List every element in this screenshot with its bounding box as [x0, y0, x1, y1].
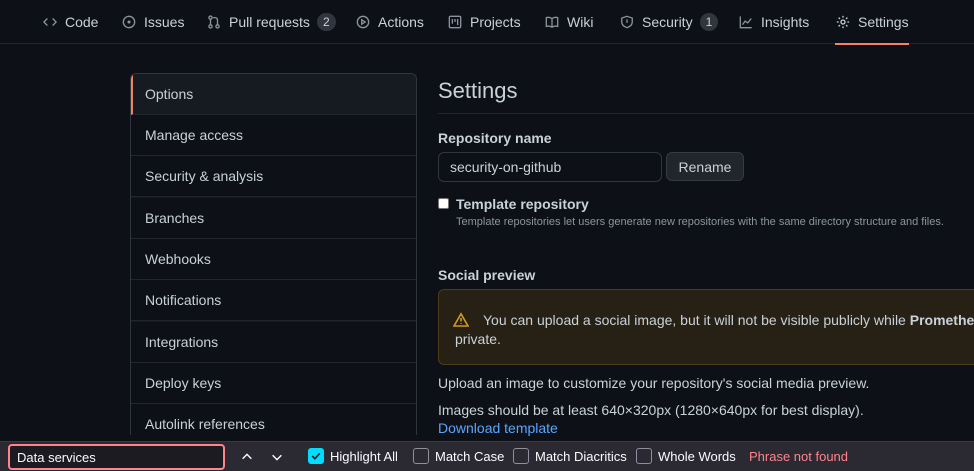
sidebar-item-label: Security & analysis — [145, 168, 264, 184]
warning-message-line2: private. — [455, 331, 501, 347]
repo-name-label: Repository name — [438, 130, 552, 146]
rename-button[interactable]: Rename — [666, 152, 744, 181]
tab-label: Wiki — [567, 14, 594, 30]
template-repository-note: Template repositories let users generate… — [456, 216, 944, 228]
whole-words-label[interactable]: Whole Words — [658, 449, 736, 464]
sidebar-item-options[interactable]: Options — [131, 74, 416, 115]
sidebar-item-label: Options — [145, 86, 194, 102]
social-preview-label: Social preview — [438, 267, 536, 283]
upload-description: Upload an image to customize your reposi… — [438, 375, 870, 391]
sidebar-item-notifications[interactable]: Notifications — [131, 280, 416, 321]
match-diacritics-label[interactable]: Match Diacritics — [535, 449, 627, 464]
title-divider — [438, 113, 974, 114]
book-icon — [544, 14, 560, 30]
match-case-checkbox[interactable] — [413, 448, 429, 464]
sidebar-item-label: Webhooks — [145, 251, 211, 267]
tab-wiki[interactable]: Wiki — [544, 0, 593, 44]
find-input[interactable] — [8, 444, 225, 470]
play-icon — [355, 14, 371, 30]
whole-words-checkbox[interactable] — [636, 448, 652, 464]
tab-actions[interactable]: Actions — [355, 0, 424, 44]
tab-label: Actions — [378, 14, 424, 30]
match-diacritics-checkbox[interactable] — [513, 448, 529, 464]
repo-name-input[interactable] — [438, 152, 662, 182]
sidebar-item-branches[interactable]: Branches — [131, 198, 416, 239]
tab-pull-requests[interactable]: Pull requests 2 — [206, 0, 336, 44]
tab-label: Settings — [858, 14, 909, 30]
issue-opened-icon — [121, 14, 137, 30]
shield-icon — [619, 14, 635, 30]
tab-security[interactable]: Security 1 — [619, 0, 719, 44]
tab-label: Issues — [144, 14, 185, 30]
check-icon — [311, 452, 321, 460]
highlight-all-checkbox[interactable] — [308, 448, 324, 464]
page-title: Settings — [438, 78, 518, 103]
settings-sidebar: Options Manage access Security & analysi… — [130, 73, 417, 435]
graph-icon — [738, 14, 754, 30]
tab-label: Insights — [761, 14, 810, 30]
social-preview-warning: You can upload a social image, but it wi… — [438, 289, 974, 365]
template-repository-checkbox[interactable] — [438, 198, 449, 209]
find-status: Phrase not found — [749, 449, 849, 464]
template-repository-label[interactable]: Template repository — [456, 196, 589, 212]
sidebar-item-autolink-references[interactable]: Autolink references — [131, 404, 416, 435]
git-pull-request-icon — [206, 14, 222, 30]
sidebar-item-manage-access[interactable]: Manage access — [131, 115, 416, 156]
code-icon — [42, 14, 58, 30]
tab-label: Security — [642, 14, 693, 30]
alert-icon — [452, 312, 470, 328]
find-bar: Highlight All Match Case Match Diacritic… — [0, 441, 974, 471]
warning-text: You can upload a social image, but it wi… — [483, 312, 910, 328]
project-icon — [447, 14, 463, 30]
sidebar-item-deploy-keys[interactable]: Deploy keys — [131, 363, 416, 404]
sidebar-item-label: Branches — [145, 210, 205, 226]
tab-issues[interactable]: Issues — [121, 0, 184, 44]
sidebar-item-label: Autolink references — [145, 416, 265, 432]
sidebar-item-webhooks[interactable]: Webhooks — [131, 239, 416, 280]
chevron-down-icon — [272, 454, 282, 461]
tab-settings[interactable]: Settings — [835, 0, 909, 45]
sidebar-item-label: Integrations — [145, 334, 219, 350]
highlight-all-label[interactable]: Highlight All — [330, 449, 398, 464]
tab-label: Code — [65, 14, 99, 30]
gear-icon — [835, 14, 851, 30]
find-next-button[interactable] — [267, 447, 287, 467]
download-template-link[interactable]: Download template — [438, 420, 558, 436]
repo-nav: Code Issues Pull requests 2 Actions Proj… — [0, 0, 974, 45]
sidebar-item-integrations[interactable]: Integrations — [131, 322, 416, 363]
warning-message: You can upload a social image, but it wi… — [483, 312, 974, 328]
sidebar-item-label: Notifications — [145, 292, 222, 308]
tab-projects[interactable]: Projects — [447, 0, 521, 44]
find-previous-button[interactable] — [237, 447, 257, 467]
tab-label: Projects — [470, 14, 521, 30]
match-case-label[interactable]: Match Case — [435, 449, 504, 464]
sidebar-item-security-analysis[interactable]: Security & analysis — [131, 156, 416, 197]
chevron-up-icon — [242, 453, 252, 460]
security-counter: 1 — [699, 13, 719, 31]
tab-insights[interactable]: Insights — [738, 0, 809, 44]
tab-label: Pull requests — [229, 14, 310, 30]
sidebar-item-label: Manage access — [145, 127, 244, 143]
repo-owner-name: Prometheos2/s — [909, 312, 974, 328]
image-size-note: Images should be at least 640×320px (128… — [438, 402, 864, 418]
pull-requests-counter: 2 — [316, 13, 336, 31]
tab-code[interactable]: Code — [42, 0, 98, 44]
sidebar-item-label: Deploy keys — [145, 375, 222, 391]
